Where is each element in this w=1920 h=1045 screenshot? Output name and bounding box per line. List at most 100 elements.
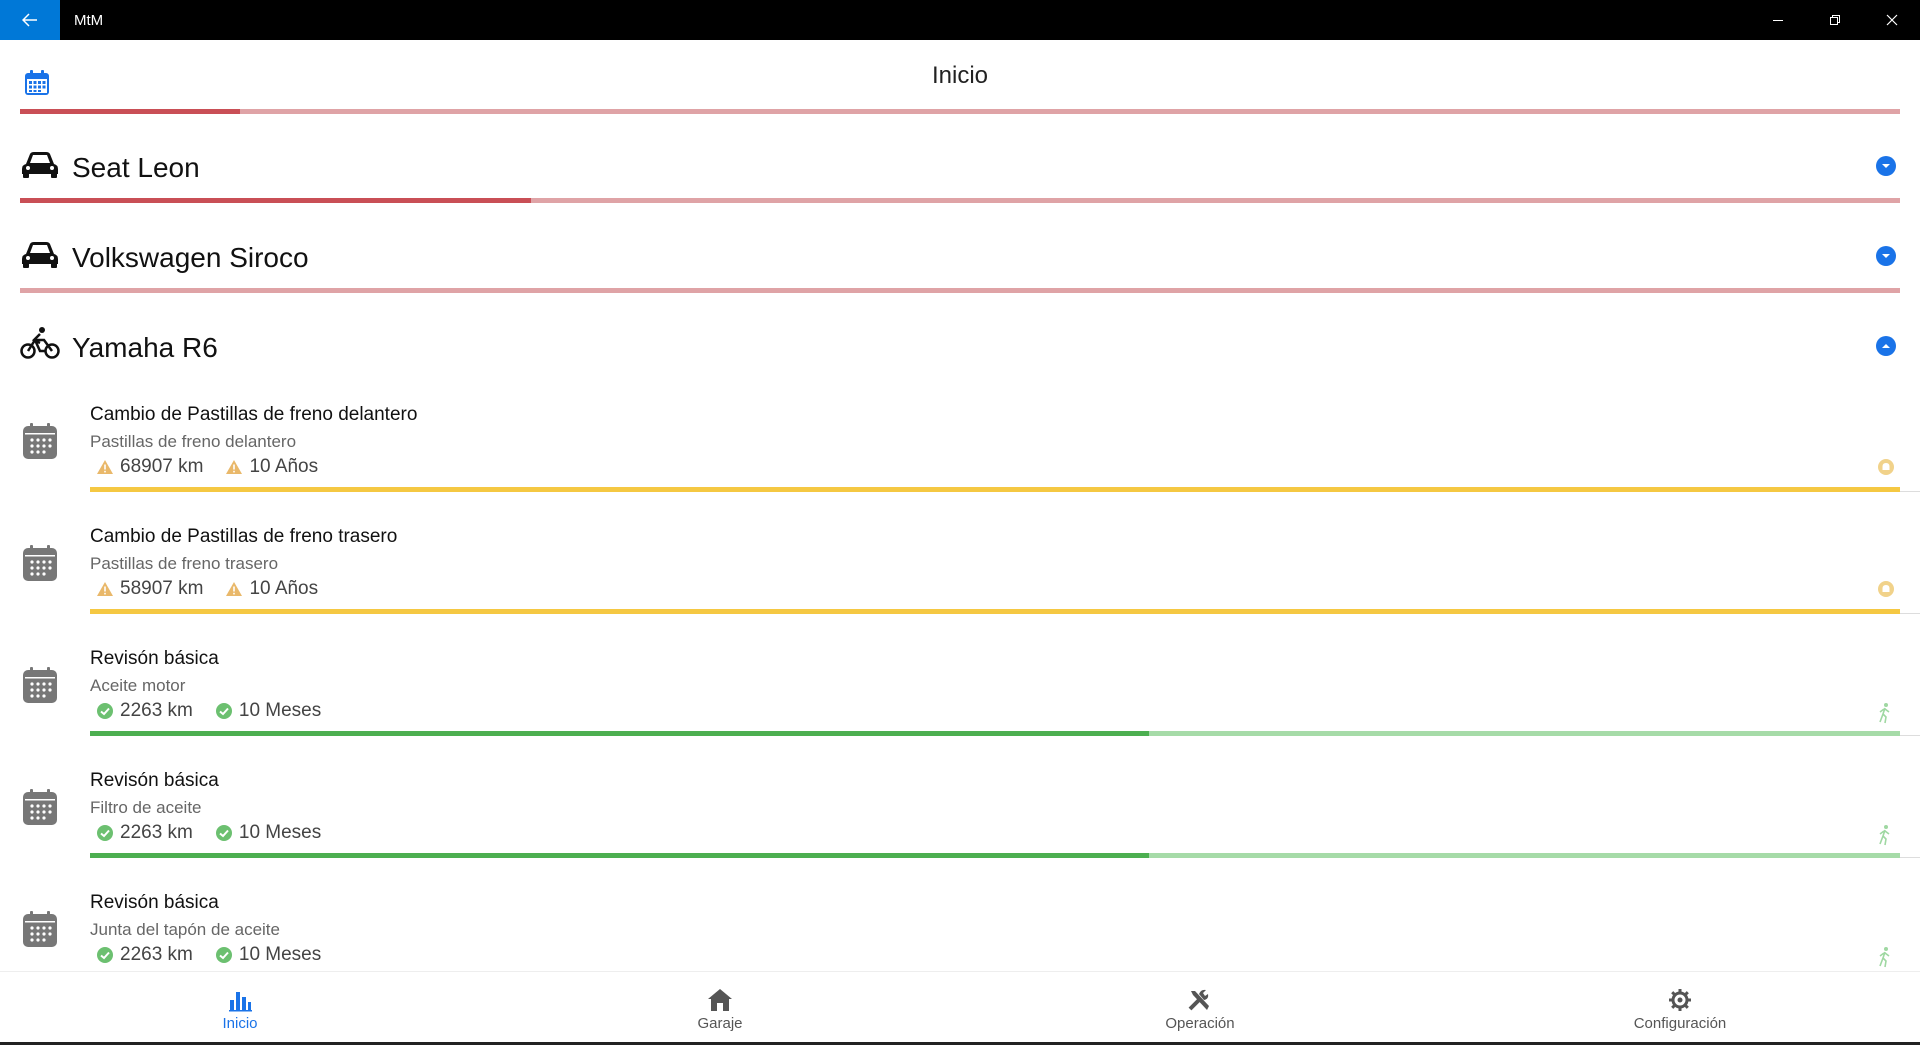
task-part: Junta del tapón de aceite (90, 920, 280, 939)
walking-icon[interactable] (1877, 824, 1893, 846)
km-value: 58907 km (120, 578, 204, 599)
vehicle-name: Volkswagen Siroco (72, 242, 309, 273)
home-icon (708, 988, 732, 1011)
nav-item-garaje[interactable]: Garaje (480, 972, 960, 1045)
task-item[interactable]: Revisón básica Aceite motor 2263 km 10 M… (0, 632, 1920, 754)
time-indicator: 10 Años (225, 456, 318, 478)
bell-icon[interactable] (1877, 580, 1895, 598)
expand-button[interactable] (1876, 156, 1896, 176)
vehicle-row-yamaha-r6[interactable]: Yamaha R6 (0, 294, 1920, 388)
nav-item-operacion[interactable]: Operación (960, 972, 1440, 1045)
calendar-icon (23, 545, 57, 581)
task-title: Cambio de Pastillas de freno trasero (90, 526, 398, 547)
time-indicator: 10 Años (225, 578, 318, 600)
back-button[interactable] (0, 0, 60, 40)
chevron-down-icon (1882, 254, 1890, 258)
task-progress-bar (90, 731, 1900, 736)
task-title: Cambio de Pastillas de freno delantero (90, 404, 418, 425)
task-part: Pastillas de freno delantero (90, 432, 297, 451)
time-value: 10 Meses (238, 822, 322, 843)
task-progress-bar (90, 487, 1900, 492)
check-circle-icon (97, 703, 113, 719)
task-progress-fill (90, 487, 1900, 492)
app-title: MtM (74, 11, 104, 29)
chart-icon (229, 991, 252, 1011)
vehicle-name: Seat Leon (72, 152, 200, 183)
maintenance-task-list: Cambio de Pastillas de freno delantero P… (0, 388, 1920, 971)
minimize-icon (1772, 20, 1783, 21)
restore-button[interactable] (1806, 0, 1863, 40)
arrow-left-icon (22, 13, 37, 27)
car-icon (22, 242, 58, 268)
task-item[interactable]: Cambio de Pastillas de freno delantero P… (0, 388, 1920, 510)
task-meta: 2263 km 10 Meses (96, 822, 343, 844)
time-value: 10 Meses (238, 700, 322, 721)
nav-label: Configuración (1633, 1014, 1727, 1032)
warning-icon (97, 582, 113, 596)
task-part: Pastillas de freno trasero (90, 554, 279, 573)
collapse-button[interactable] (1876, 336, 1896, 356)
task-meta: 2263 km 10 Meses (96, 944, 343, 966)
task-item[interactable]: Revisón básica Filtro de aceite 2263 km … (0, 754, 1920, 876)
task-title: Revisón básica (90, 648, 219, 669)
time-value: 10 Años (249, 578, 319, 599)
expand-button[interactable] (1876, 246, 1896, 266)
task-progress-bar (90, 853, 1900, 858)
task-title: Revisón básica (90, 770, 219, 791)
chevron-up-icon (1882, 344, 1890, 348)
page-title: Inicio (931, 62, 989, 89)
divider (1900, 613, 1920, 614)
time-indicator: 10 Meses (215, 700, 321, 722)
km-value: 2263 km (120, 944, 193, 965)
km-value: 2263 km (120, 822, 193, 843)
calendar-icon (23, 911, 57, 947)
vehicle-name: Yamaha R6 (72, 332, 218, 363)
restore-icon (1829, 15, 1840, 25)
nav-item-configuracion[interactable]: Configuración (1440, 972, 1920, 1045)
task-meta: 58907 km 10 Años (96, 578, 340, 600)
calendar-icon (23, 423, 57, 459)
time-indicator: 10 Meses (215, 822, 321, 844)
task-progress-fill (90, 609, 1900, 614)
task-meta: 68907 km 10 Años (96, 456, 340, 478)
km-indicator: 2263 km (96, 700, 193, 722)
window-controls (1749, 0, 1920, 40)
km-indicator: 2263 km (96, 822, 193, 844)
divider (1900, 491, 1920, 492)
check-circle-icon (215, 947, 232, 963)
page-header: Inicio (0, 40, 1920, 110)
warning-icon (226, 460, 243, 474)
nav-item-inicio[interactable]: Inicio (0, 972, 480, 1045)
km-indicator: 58907 km (96, 578, 203, 600)
task-item[interactable]: Revisón básica Junta del tapón de aceite… (0, 876, 1920, 971)
car-icon (22, 152, 58, 178)
km-value: 68907 km (120, 456, 204, 477)
gear-icon (1669, 988, 1691, 1011)
minimize-button[interactable] (1749, 0, 1806, 40)
km-indicator: 68907 km (96, 456, 203, 478)
nav-label: Garaje (697, 1014, 743, 1032)
check-circle-icon (97, 947, 113, 963)
vehicle-progress-fill (20, 198, 532, 203)
walking-icon[interactable] (1877, 946, 1893, 968)
vehicle-row-volkswagen-siroco[interactable]: Volkswagen Siroco (0, 204, 1920, 294)
divider (1900, 857, 1920, 858)
task-title: Revisón básica (90, 892, 219, 913)
vehicle-row-seat-leon[interactable]: Seat Leon (0, 114, 1920, 204)
tools-icon (1188, 989, 1209, 1010)
walking-icon[interactable] (1877, 702, 1893, 724)
window-titlebar: MtM (0, 0, 1920, 40)
vehicle-progress-bar (20, 198, 1900, 203)
close-button[interactable] (1863, 0, 1920, 40)
task-progress-fill (90, 853, 1149, 858)
task-item[interactable]: Cambio de Pastillas de freno trasero Pas… (0, 510, 1920, 632)
divider (1900, 735, 1920, 736)
calendar-icon (23, 789, 57, 825)
bell-icon[interactable] (1877, 458, 1895, 476)
task-part: Aceite motor (90, 676, 186, 695)
task-meta: 2263 km 10 Meses (96, 700, 343, 722)
bottom-navigation: Inicio Garaje Operación Configuración (0, 971, 1920, 1045)
time-value: 10 Meses (238, 944, 322, 965)
km-value: 2263 km (120, 700, 193, 721)
task-progress-fill (90, 731, 1149, 736)
